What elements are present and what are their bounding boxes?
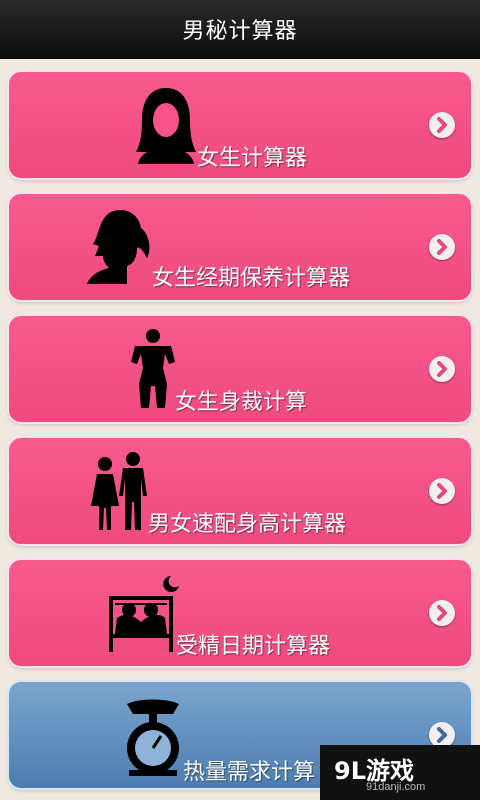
menu-item-height-match-calculator[interactable]: 男女速配身高计算器 <box>9 438 471 544</box>
woman-face-icon <box>136 88 196 164</box>
menu-item-label: 女生身裁计算 <box>175 390 308 415</box>
chevron-right-icon[interactable] <box>429 600 455 626</box>
chevron-right-icon[interactable] <box>429 478 455 504</box>
chevron-right-icon[interactable] <box>429 112 455 138</box>
menu-item-female-calculator[interactable]: 女生计算器 <box>9 72 471 178</box>
menu-item-body-shape-calculator[interactable]: 女生身裁计算 <box>9 316 471 422</box>
woman-profile-icon <box>87 209 150 284</box>
menu-item-label: 女生经期保养计算器 <box>152 266 351 291</box>
scale-icon <box>127 699 179 776</box>
menu-item-label: 受精日期计算器 <box>176 634 331 659</box>
menu-item-label: 男女速配身高计算器 <box>148 512 347 537</box>
page-title: 男秘计算器 <box>182 19 298 44</box>
menu-item-label: 热量需求计算 <box>183 760 316 785</box>
couple-in-bed-icon <box>109 576 179 652</box>
body-shape-icon <box>131 329 175 408</box>
menu-item-label: 女生计算器 <box>197 146 308 171</box>
app-title-bar: 男秘计算器 <box>0 0 480 59</box>
watermark-site: 91danji.com <box>366 781 426 793</box>
couple-icon <box>91 452 147 530</box>
chevron-right-icon[interactable] <box>429 356 455 382</box>
chevron-right-icon[interactable] <box>429 234 455 260</box>
menu-item-fertilization-date-calculator[interactable]: 受精日期计算器 <box>9 560 471 666</box>
menu-item-period-care-calculator[interactable]: 女生经期保养计算器 <box>9 194 471 300</box>
watermark-logo: 9L游戏 91danji.com <box>320 745 480 800</box>
